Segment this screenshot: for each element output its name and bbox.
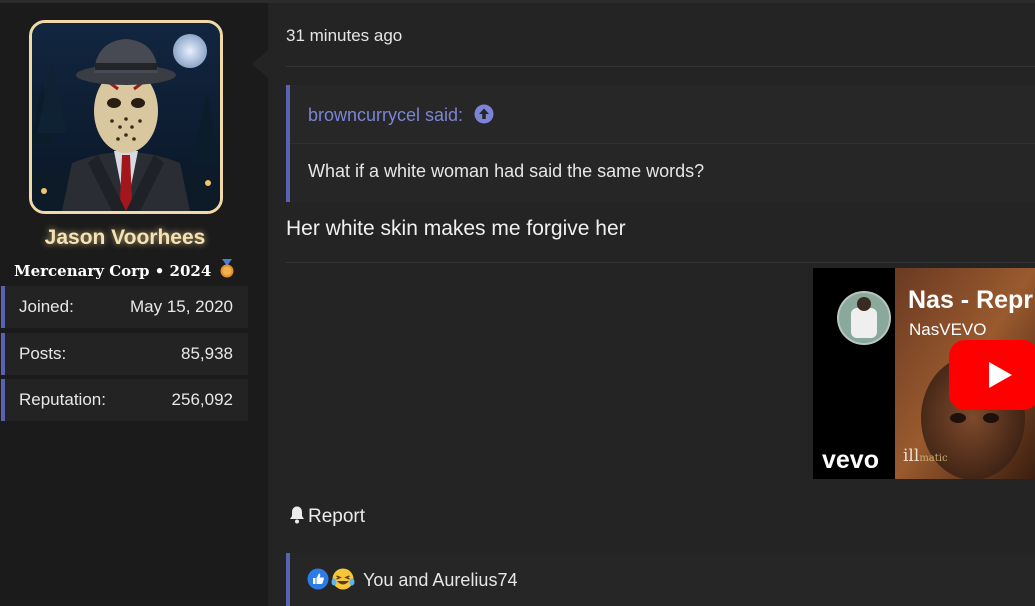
report-link[interactable]: Report (288, 505, 365, 530)
stat-reputation: Reputation: 256,092 (1, 379, 248, 421)
quote-block: browncurrycel said: What if a white woma… (286, 85, 1035, 202)
reactions-bar: You and Aurelius74 (286, 553, 1035, 606)
album-text-main: ill (903, 446, 920, 466)
stat-posts: Posts: 85,938 (1, 333, 248, 375)
report-label[interactable]: Report (308, 506, 365, 527)
stat-label: Joined: (19, 297, 74, 316)
user-title-text: Mercenary Corp • 2024 (14, 262, 212, 280)
up-arrow-circle-icon[interactable] (474, 104, 494, 129)
vevo-logo: vevo (822, 446, 879, 474)
video-channel[interactable]: NasVEVO (909, 320, 986, 340)
reactions-text[interactable]: You and Aurelius74 (363, 570, 517, 591)
post-message: Her white skin makes me forgive her (286, 217, 626, 240)
divider (286, 66, 1035, 67)
stat-value: May 15, 2020 (129, 297, 233, 316)
album-logo: illmatic (903, 446, 948, 466)
user-title: Mercenary Corp • 2024 (14, 259, 254, 282)
stat-joined: Joined: May 15, 2020 (1, 286, 248, 328)
stat-label: Reputation: (19, 390, 106, 409)
username[interactable]: Jason Voorhees (0, 226, 250, 250)
quote-author-link[interactable]: browncurrycel said: (308, 104, 494, 129)
avatar[interactable] (29, 20, 223, 214)
haha-icon (331, 568, 355, 590)
quote-author-text[interactable]: browncurrycel said: (308, 105, 463, 125)
play-icon[interactable] (949, 340, 1035, 410)
stat-value: 256,092 (171, 390, 233, 409)
post-pointer-arrow (252, 50, 268, 78)
post-timestamp[interactable]: 31 minutes ago (286, 26, 402, 46)
stat-value[interactable]: 85,938 (181, 344, 233, 364)
youtube-embed[interactable]: Nas - Repr NasVEVO vevo illmatic (813, 268, 1035, 479)
quote-text: What if a white woman had said the same … (308, 161, 705, 181)
quote-header: browncurrycel said: (290, 85, 1035, 144)
video-title[interactable]: Nas - Repr (908, 286, 1033, 315)
stat-label: Posts: (19, 344, 67, 363)
like-icon (307, 568, 329, 590)
bell-icon (288, 505, 306, 530)
avatar-image (32, 23, 220, 211)
album-text-small: matic (919, 453, 948, 464)
reaction-icons[interactable] (307, 567, 355, 596)
divider (286, 262, 1035, 263)
medal-icon (219, 259, 235, 282)
